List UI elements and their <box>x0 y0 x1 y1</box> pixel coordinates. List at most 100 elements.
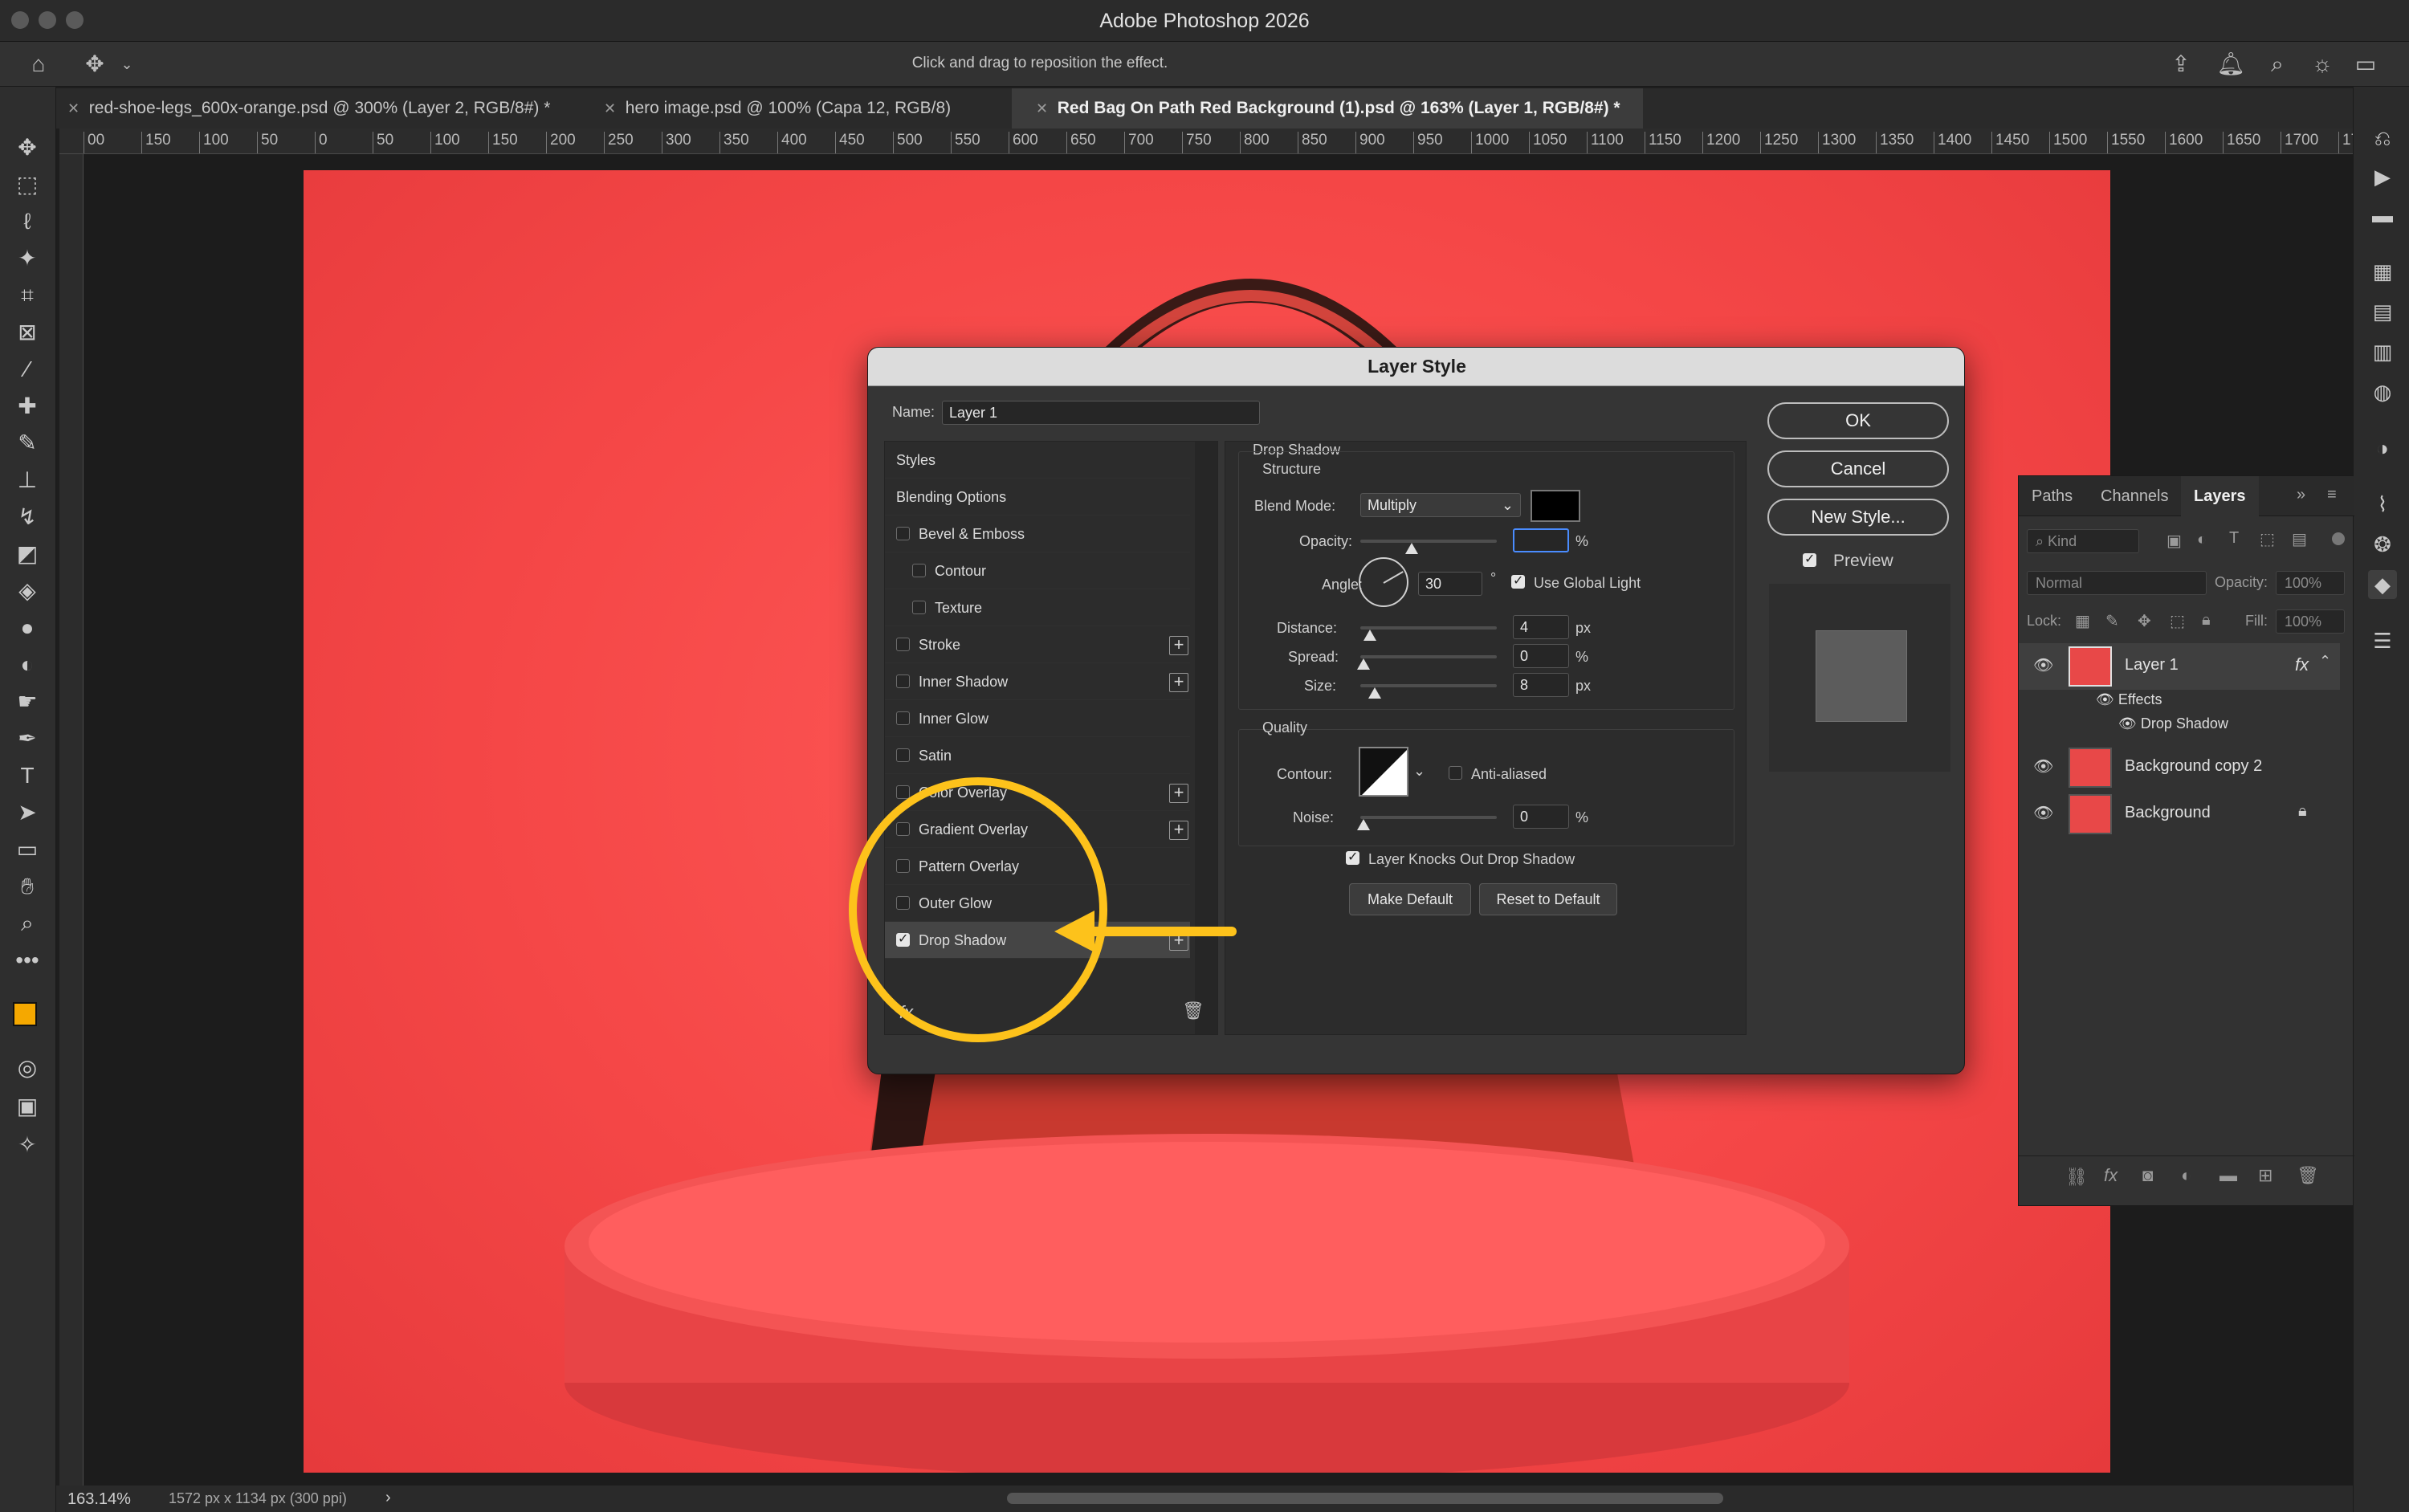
blend-mode-select[interactable]: Normal <box>2027 571 2207 595</box>
angle-field[interactable]: 30 <box>1418 572 1482 596</box>
quick-mask-icon[interactable]: ◎ <box>10 1050 45 1086</box>
effects-row[interactable]: 👁︎ Effects <box>2096 691 2162 708</box>
move-icon[interactable]: ✥ <box>10 130 45 165</box>
layer-opacity-field[interactable]: 100% <box>2276 571 2345 595</box>
tab-paths[interactable]: Paths <box>2019 476 2085 516</box>
style-row-satin[interactable]: Satin <box>885 737 1190 774</box>
new-layer-icon[interactable]: ⊞ <box>2258 1165 2272 1186</box>
use-global-light-checkbox[interactable] <box>1511 573 1525 589</box>
add-effect-plus-icon[interactable]: + <box>1169 821 1188 840</box>
lock-artboard-icon[interactable]: ⬚ <box>2170 611 2185 631</box>
fx-icon[interactable]: fx <box>2295 654 2309 675</box>
size-field[interactable]: 8 <box>1513 673 1569 697</box>
history-icon[interactable]: ⎌ <box>2368 124 2397 153</box>
anti-aliased-checkbox[interactable] <box>1449 766 1462 780</box>
dodge-icon[interactable]: ◐ <box>10 647 45 683</box>
size-slider-thumb[interactable] <box>1368 687 1381 699</box>
spread-slider-thumb[interactable] <box>1357 658 1370 670</box>
distance-slider-thumb[interactable] <box>1363 630 1376 641</box>
add-effect-plus-icon[interactable]: + <box>1169 673 1188 692</box>
opacity-field[interactable] <box>1513 528 1569 552</box>
layer-knocks-out-checkbox[interactable] <box>1346 849 1359 865</box>
zoom-icon[interactable]: ⌕ <box>10 906 45 941</box>
channels-icon[interactable]: ❂ <box>2368 530 2397 559</box>
preview-checkbox[interactable] <box>1803 551 1816 567</box>
filter-type-icon[interactable]: T <box>2229 529 2239 548</box>
eyedropper-icon[interactable]: ⁄ <box>10 352 45 387</box>
path-select-icon[interactable]: ➤ <box>10 795 45 830</box>
shadow-color-swatch[interactable] <box>1531 490 1580 522</box>
trash-icon[interactable]: 🗑︎ <box>2297 1165 2319 1186</box>
effect-drop-shadow-row[interactable]: 👁︎ Drop Shadow <box>2118 715 2228 732</box>
gradient-icon[interactable]: ▥ <box>2368 337 2397 366</box>
style-row-contour[interactable]: Contour <box>885 552 1190 589</box>
lock-paint-icon[interactable]: ✎ <box>2105 611 2119 631</box>
tab-hero-image[interactable]: ✕ hero image.psd @ 100% (Capa 12, RGB/8) <box>604 88 951 128</box>
visibility-eye-icon[interactable]: 👁︎ <box>2033 805 2053 821</box>
style-row-texture[interactable]: Texture <box>885 589 1190 626</box>
history-brush-icon[interactable]: ↯ <box>10 499 45 535</box>
lasso-icon[interactable]: ℓ <box>10 204 45 239</box>
lock-move-icon[interactable]: ✥ <box>2138 611 2151 631</box>
adjustments-icon[interactable]: ◑ <box>2368 434 2397 463</box>
style-checkbox[interactable] <box>912 601 926 614</box>
lock-transparent-icon[interactable]: ▦ <box>2075 611 2090 631</box>
blend-mode-select[interactable]: Multiply ⌄ <box>1360 493 1521 517</box>
close-icon[interactable]: ✕ <box>67 100 79 116</box>
tab-channels[interactable]: Channels <box>2088 476 2182 516</box>
layers-icon[interactable]: ◆ <box>2368 570 2397 599</box>
noise-slider-track[interactable] <box>1360 816 1497 819</box>
eraser-icon[interactable]: ◩ <box>10 536 45 572</box>
dialog-titlebar[interactable]: Layer Style <box>868 348 1964 386</box>
style-checkbox[interactable] <box>896 674 910 688</box>
style-row-stroke[interactable]: Stroke + <box>885 626 1190 663</box>
visibility-eye-icon[interactable]: 👁︎ <box>2096 691 2118 707</box>
paths-icon[interactable]: ⌇ <box>2368 490 2397 519</box>
visibility-eye-icon[interactable]: 👁︎ <box>2118 715 2141 732</box>
group-folder-icon[interactable]: ▬ <box>2219 1165 2237 1186</box>
brush-icon[interactable]: ✎ <box>10 426 45 461</box>
contour-picker[interactable] <box>1359 747 1408 797</box>
lightbulb-icon[interactable]: ☼ <box>2308 50 2337 79</box>
layer-name-field[interactable]: Layer 1 <box>942 401 1260 425</box>
make-default-button[interactable]: Make Default <box>1349 883 1471 915</box>
filter-shape-icon[interactable]: ⬚ <box>2260 529 2275 549</box>
chevron-down-icon[interactable]: ⌄ <box>1413 763 1425 780</box>
panel-expand-icon[interactable]: » <box>2297 486 2305 504</box>
noise-slider-thumb[interactable] <box>1357 819 1370 830</box>
add-style-icon[interactable]: fx <box>2104 1165 2118 1186</box>
lock-all-icon[interactable]: 🔒︎ <box>2202 611 2211 630</box>
type-icon[interactable]: T <box>10 758 45 793</box>
zoom-level[interactable]: 163.14% <box>67 1490 131 1509</box>
stamp-icon[interactable]: ⊥ <box>10 463 45 498</box>
bell-icon[interactable]: 🔔︎ <box>2216 50 2245 79</box>
opacity-slider-thumb[interactable] <box>1405 543 1418 554</box>
blur-icon[interactable]: ● <box>10 610 45 646</box>
layer-row-layer-1[interactable]: 👁︎ Layer 1 fx ⌃ <box>2019 643 2340 690</box>
style-row-inner-glow[interactable]: Inner Glow <box>885 700 1190 737</box>
visibility-eye-icon[interactable]: 👁︎ <box>2033 658 2053 674</box>
layer-fill-field[interactable]: 100% <box>2276 609 2345 634</box>
tab-red-shoe-legs[interactable]: ✕ red-shoe-legs_600x-orange.psd @ 300% (… <box>67 88 550 128</box>
ok-button[interactable]: OK <box>1767 402 1949 439</box>
foreground-color-swatch[interactable] <box>13 1002 37 1026</box>
link-layers-icon[interactable]: ⛓︎ <box>2065 1167 2088 1188</box>
smudge-icon[interactable]: ☛ <box>10 684 45 719</box>
new-style-button[interactable]: New Style... <box>1767 499 1949 536</box>
styles-header-row[interactable]: Styles <box>885 442 1190 479</box>
add-effect-plus-icon[interactable]: + <box>1169 636 1188 655</box>
properties-icon[interactable]: ☰ <box>2368 626 2397 655</box>
spread-slider-track[interactable] <box>1360 655 1497 658</box>
workspace-icon[interactable]: ▭ <box>2351 50 2380 79</box>
search-icon[interactable]: ⌕ <box>2263 50 2292 79</box>
marquee-icon[interactable]: ⬚ <box>10 167 45 202</box>
filter-toggle[interactable] <box>2332 532 2345 545</box>
blending-options-row[interactable]: Blending Options <box>885 479 1190 516</box>
style-checkbox[interactable] <box>896 638 910 651</box>
filter-kind-select[interactable]: ⌕ Kind <box>2027 529 2139 553</box>
swatches-icon[interactable]: ◍ <box>2368 377 2397 406</box>
adjustment-layer-icon[interactable]: ◐ <box>2181 1165 2191 1186</box>
layer-row-background-copy-2[interactable]: 👁︎ Background copy 2 <box>2019 744 2340 791</box>
layer-row-background[interactable]: 👁︎ Background 🔒︎ <box>2019 791 2340 838</box>
styles-scrollbar[interactable] <box>1195 442 1217 1034</box>
